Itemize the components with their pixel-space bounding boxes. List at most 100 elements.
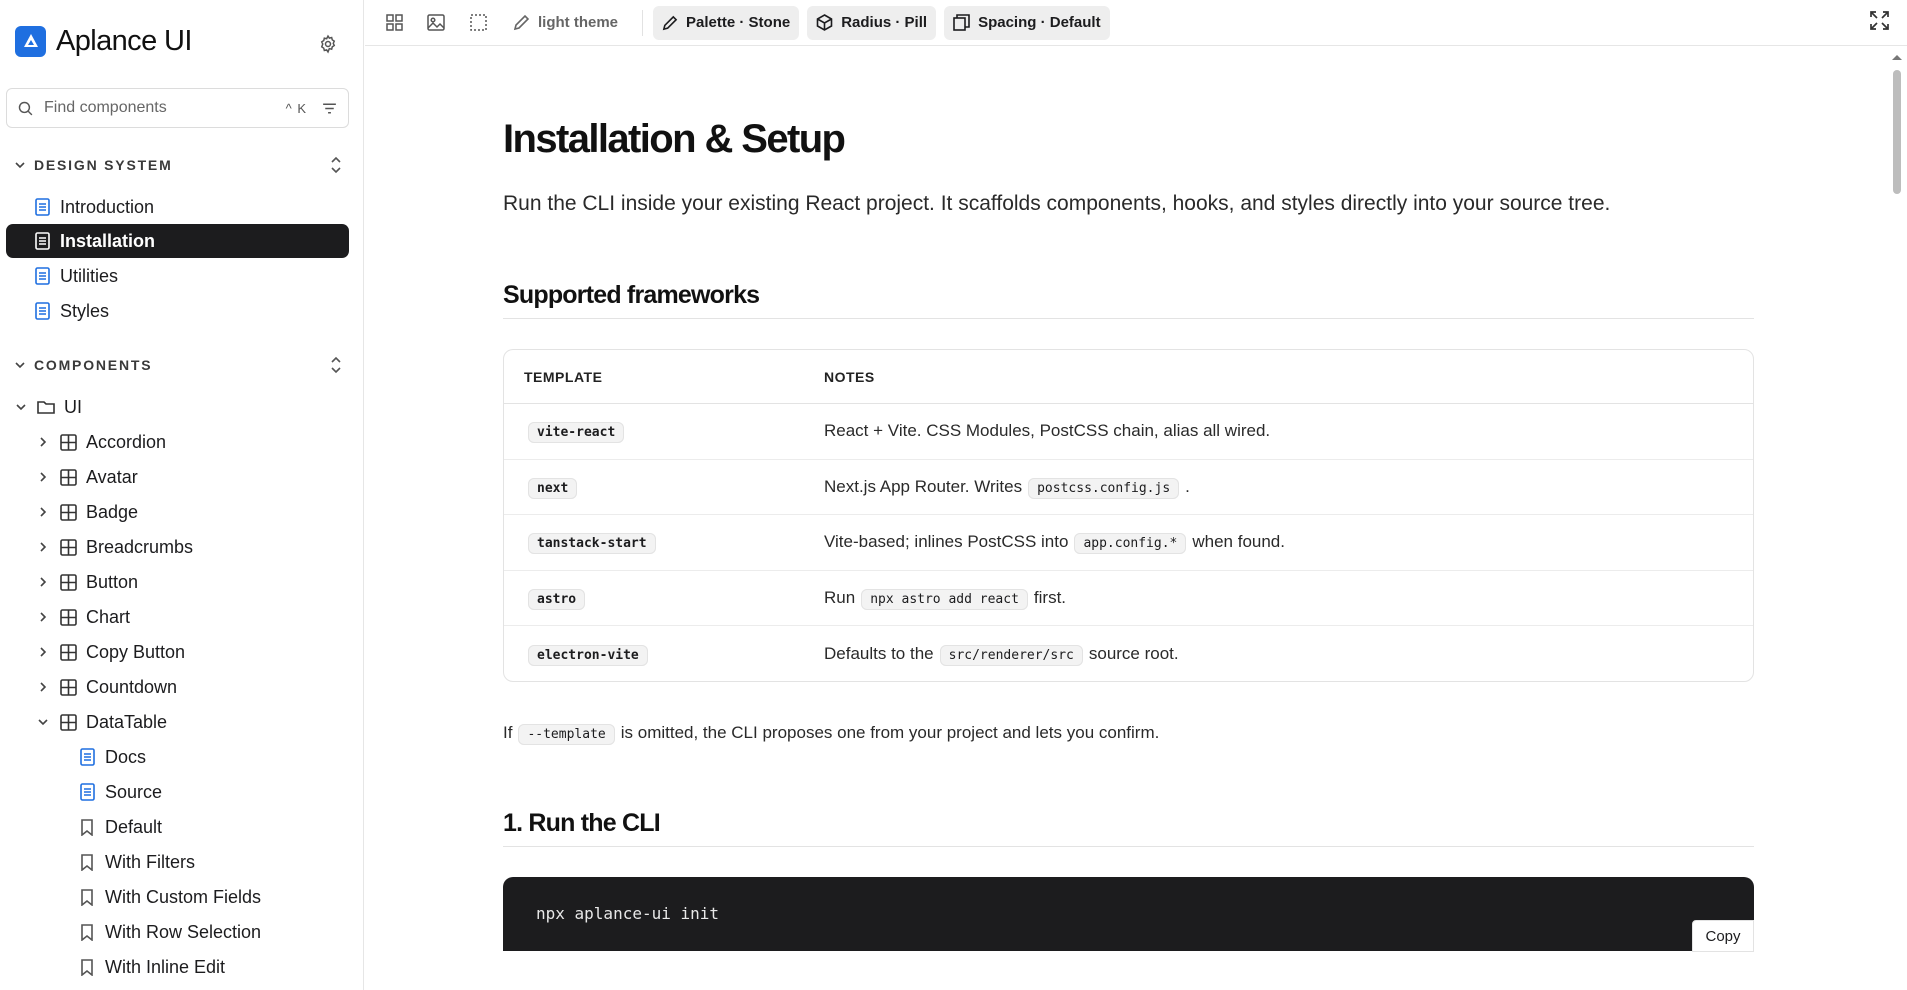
sidebar-item-datatable[interactable]: DataTable (36, 705, 167, 739)
sidebar-item-styles[interactable]: Styles (32, 294, 109, 328)
note-code: npx astro add react (861, 588, 1028, 610)
bookmark-icon (77, 817, 97, 837)
chevron-right-icon (36, 680, 50, 694)
document-icon (32, 197, 52, 217)
document-icon (32, 231, 52, 251)
heading-run-the-cli: 1. Run the CLI (503, 809, 1754, 847)
sidebar-item-story-default[interactable]: Default (77, 810, 162, 844)
section-components[interactable]: COMPONENTS (14, 353, 344, 377)
note-text: is omitted, the CLI proposes one from yo… (620, 723, 1160, 742)
toolbar-divider (642, 9, 644, 36)
search-input[interactable] (44, 99, 286, 117)
sidebar-item-accordion[interactable]: Accordion (36, 425, 166, 459)
chevron-down-icon (36, 715, 50, 729)
sidebar-item-label: With Filters (105, 851, 195, 872)
note-text: If (503, 723, 513, 742)
table-row: tanstack-start Vite-based; inlines PostC… (504, 515, 1753, 571)
sidebar-item-datatable-source[interactable]: Source (77, 775, 162, 809)
sidebar-item-story-with-row-selection[interactable]: With Row Selection (77, 915, 261, 949)
theme-toggle-button[interactable]: light theme (513, 6, 618, 40)
sidebar-item-label: Copy Button (86, 641, 186, 662)
docs-content: Installation & Setup Run the CLI inside … (365, 47, 1887, 990)
sidebar-item-story-with-custom-fields[interactable]: With Custom Fields (77, 880, 261, 914)
component-grid-icon (58, 677, 78, 697)
note-text: Defaults to the (824, 643, 934, 663)
grid-view-icon[interactable] (377, 6, 411, 40)
sidebar-item-copy-button[interactable]: Copy Button (36, 635, 185, 669)
sidebar-item-label: Badge (86, 501, 139, 522)
search-box[interactable]: ^ K (6, 88, 349, 128)
sidebar-item-label: With Inline Edit (105, 956, 226, 977)
template-code: astro (528, 588, 586, 610)
section-design-system[interactable]: DESIGN SYSTEM (14, 153, 344, 177)
sidebar-item-installation[interactable]: Installation (6, 224, 349, 258)
chevron-down-icon (14, 159, 26, 171)
component-grid-icon (58, 712, 78, 732)
document-icon (77, 782, 97, 802)
section-label: COMPONENTS (34, 357, 153, 373)
folder-icon (36, 397, 56, 417)
component-grid-icon (58, 572, 78, 592)
note-text: . (1185, 476, 1190, 496)
palette-chip[interactable]: Palette · Stone (653, 5, 800, 40)
sidebar-item-story-with-filters[interactable]: With Filters (77, 845, 195, 879)
sidebar-item-countdown[interactable]: Countdown (36, 670, 177, 704)
note-text: Vite-based; inlines PostCSS into (824, 532, 1069, 552)
fullscreen-icon[interactable] (1870, 11, 1889, 30)
table-row: astro Run npx astro add react first. (504, 571, 1753, 626)
section-label: DESIGN SYSTEM (34, 157, 173, 173)
sidebar-item-label: Breadcrumbs (86, 536, 194, 557)
outline-frame-icon[interactable] (461, 6, 495, 40)
image-icon[interactable] (419, 6, 453, 40)
scroll-up-arrow-icon[interactable] (1891, 53, 1903, 61)
sidebar-item-label: Docs (105, 746, 147, 767)
copy-button[interactable]: Copy (1692, 920, 1754, 952)
component-grid-icon (58, 537, 78, 557)
scrollbar-thumb[interactable] (1893, 70, 1901, 194)
table-row: electron-vite Defaults to the src/rendere… (504, 626, 1753, 681)
chip-label: Spacing · Default (978, 14, 1101, 31)
radius-chip[interactable]: Radius · Pill (807, 5, 937, 40)
sidebar-item-chart[interactable]: Chart (36, 600, 130, 634)
sidebar-item-button[interactable]: Button (36, 565, 138, 599)
sidebar-item-label: Introduction (60, 196, 155, 217)
sidebar-item-label: With Custom Fields (105, 886, 262, 907)
note-text: Next.js App Router. Writes (824, 476, 1023, 496)
page-lead: Run the CLI inside your existing React p… (503, 192, 1611, 215)
chevron-down-icon (14, 359, 26, 371)
sidebar-item-introduction[interactable]: Introduction (32, 190, 154, 224)
table-row: next Next.js App Router. Writes postcss.c… (504, 460, 1753, 515)
sidebar-item-breadcrumbs[interactable]: Breadcrumbs (36, 530, 193, 564)
template-code: electron-vite (528, 644, 648, 666)
sidebar-item-story-with-inline-edit[interactable]: With Inline Edit (77, 950, 225, 984)
chip-label: Radius · Pill (841, 14, 928, 31)
chevron-right-icon (36, 435, 50, 449)
sidebar-item-datatable-docs[interactable]: Docs (77, 740, 146, 774)
document-icon (32, 266, 52, 286)
sidebar-item-avatar[interactable]: Avatar (36, 460, 138, 494)
expand-collapse-icon[interactable] (328, 155, 344, 175)
expand-collapse-icon[interactable] (328, 355, 344, 375)
layers-icon (953, 14, 970, 31)
scrollbar[interactable] (1887, 47, 1907, 990)
brand[interactable]: Aplance UI (15, 25, 192, 57)
sidebar-item-label: With Row Selection (105, 921, 262, 942)
note-code: postcss.config.js (1028, 477, 1180, 499)
sidebar-item-utilities[interactable]: Utilities (32, 259, 118, 293)
note-code: src/renderer/src (939, 644, 1083, 666)
filter-icon[interactable] (321, 100, 338, 117)
note-text: when found. (1192, 532, 1285, 552)
chevron-right-icon (36, 645, 50, 659)
note-text: first. (1033, 587, 1067, 607)
sidebar-folder-ui[interactable]: UI (14, 390, 82, 424)
template-code: tanstack-start (528, 533, 656, 555)
component-grid-icon (58, 642, 78, 662)
template-note: If --template is omitted, the CLI proposes… (503, 723, 1160, 745)
page-title: Installation & Setup (503, 117, 846, 161)
settings-gear-icon[interactable] (316, 32, 340, 56)
cube-icon (816, 14, 833, 31)
spacing-chip[interactable]: Spacing · Default (944, 5, 1110, 40)
bookmark-icon (77, 957, 97, 977)
component-grid-icon (58, 502, 78, 522)
sidebar-item-badge[interactable]: Badge (36, 495, 138, 529)
